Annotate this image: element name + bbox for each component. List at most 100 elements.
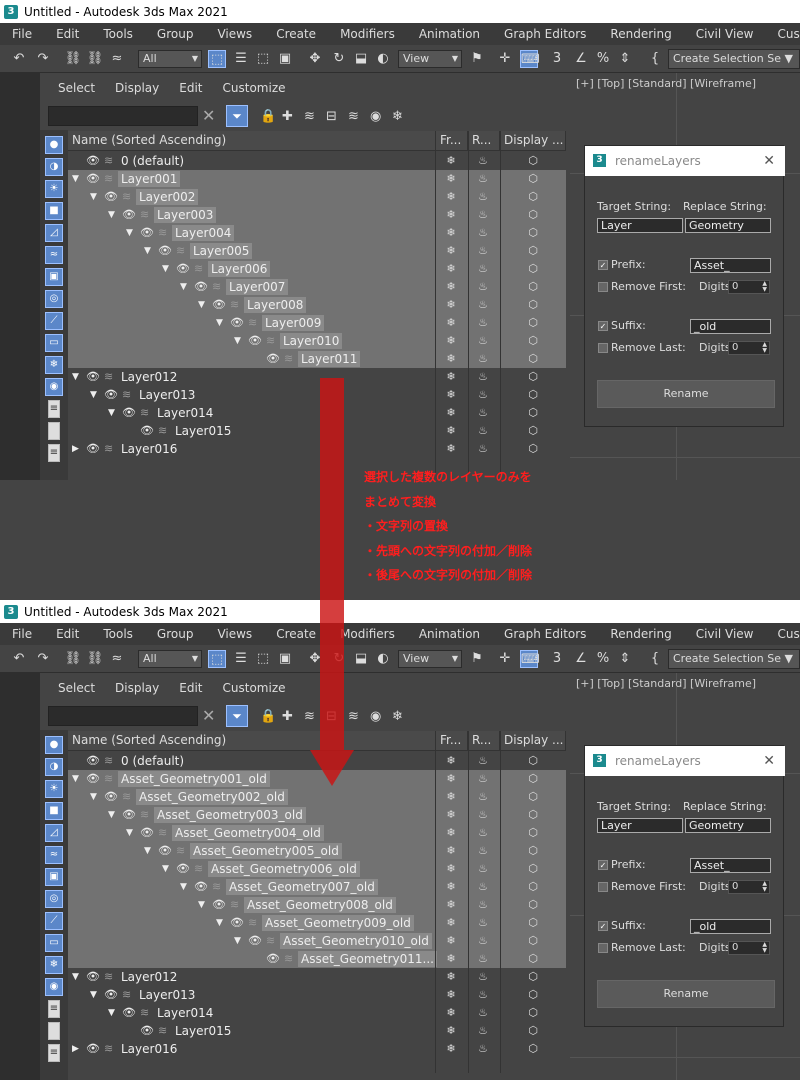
new-layer-icon[interactable]: ✚ bbox=[282, 109, 293, 124]
layer-row[interactable]: ▼ 👁 ≋ Asset_Geometry004_old ❄ ♨ ⬡ bbox=[68, 824, 566, 842]
expand-toggle-icon[interactable]: ▼ bbox=[108, 806, 115, 824]
explorer-menu-select[interactable]: Select bbox=[58, 81, 95, 95]
remove-last-digits-spinner[interactable]: 0 ▲ ▼ bbox=[728, 941, 770, 955]
menu-create[interactable]: Create bbox=[276, 627, 316, 641]
invert-selection-icon[interactable]: ≡ bbox=[48, 444, 60, 462]
display-box-icon[interactable]: ⬡ bbox=[500, 350, 566, 368]
suffix-field[interactable]: _old bbox=[690, 919, 771, 934]
snap-toggle-icon[interactable]: 3 bbox=[548, 650, 566, 668]
xrefs-filter-icon[interactable]: ◎ bbox=[45, 890, 63, 908]
layer-row[interactable]: ▶ 👁 ≋ Layer016 ❄ ♨ ⬡ bbox=[68, 1040, 566, 1058]
menu-tools[interactable]: Tools bbox=[103, 27, 133, 41]
display-box-icon[interactable]: ⬡ bbox=[500, 986, 566, 1004]
display-box-icon[interactable]: ⬡ bbox=[500, 950, 566, 968]
freeze-icon[interactable]: ❄ bbox=[436, 770, 466, 788]
freeze-layer-icon[interactable]: ❄ bbox=[392, 109, 403, 124]
layer-row[interactable]: ▼ 👁 ≋ Layer005 ❄ ♨ ⬡ bbox=[68, 242, 566, 260]
freeze-icon[interactable]: ❄ bbox=[436, 896, 466, 914]
visibility-eye-icon[interactable]: 👁 bbox=[86, 968, 100, 986]
freeze-icon[interactable]: ❄ bbox=[436, 842, 466, 860]
hidden-filter-icon[interactable]: ◉ bbox=[45, 978, 63, 996]
expand-toggle-icon[interactable]: ▼ bbox=[90, 788, 97, 806]
layer-name[interactable]: Asset_Geometry005_old bbox=[190, 843, 342, 859]
freeze-icon[interactable]: ❄ bbox=[436, 914, 466, 932]
cameras-filter-icon[interactable]: ■ bbox=[45, 802, 63, 820]
spinner-snap-icon[interactable]: ⇕ bbox=[616, 50, 634, 68]
freeze-icon[interactable]: ❄ bbox=[436, 950, 466, 968]
layer-row[interactable]: ▼ 👁 ≋ Layer008 ❄ ♨ ⬡ bbox=[68, 296, 566, 314]
layer-name[interactable]: Layer015 bbox=[172, 423, 234, 439]
frozen-filter-icon[interactable]: ❄ bbox=[45, 956, 63, 974]
pivot-icon[interactable]: ⚑ bbox=[468, 50, 486, 68]
layer-name[interactable]: Layer008 bbox=[244, 297, 307, 313]
visibility-eye-icon[interactable]: 👁 bbox=[140, 824, 154, 842]
viewport-label[interactable]: [+] [Top] [Standard] [Wireframe] bbox=[576, 677, 756, 690]
explorer-menu-customize[interactable]: Customize bbox=[223, 681, 286, 695]
render-icon[interactable]: ♨ bbox=[468, 332, 498, 350]
freeze-icon[interactable]: ❄ bbox=[436, 1022, 466, 1040]
target-string-field[interactable]: Layer bbox=[597, 218, 683, 233]
render-icon[interactable]: ♨ bbox=[468, 896, 498, 914]
select-none-icon[interactable] bbox=[48, 422, 60, 440]
lights-filter-icon[interactable]: ☀ bbox=[45, 180, 63, 198]
layer-name[interactable]: Asset_Geometry004_old bbox=[172, 825, 324, 841]
layer-row[interactable]: 👁 ≋ Layer011 ❄ ♨ ⬡ bbox=[68, 350, 566, 368]
freeze-icon[interactable]: ❄ bbox=[436, 1004, 466, 1022]
layer-name[interactable]: Layer012 bbox=[118, 969, 180, 985]
layer-row[interactable]: ▼ 👁 ≋ Layer002 ❄ ♨ ⬡ bbox=[68, 188, 566, 206]
render-icon[interactable]: ♨ bbox=[468, 152, 498, 170]
layer-row[interactable]: ▼ 👁 ≋ Layer012 ❄ ♨ ⬡ bbox=[68, 368, 566, 386]
menu-modifiers[interactable]: Modifiers bbox=[340, 27, 395, 41]
layer-row[interactable]: ▼ 👁 ≋ Layer006 ❄ ♨ ⬡ bbox=[68, 260, 566, 278]
close-icon[interactable]: ✕ bbox=[763, 746, 775, 776]
freeze-icon[interactable]: ❄ bbox=[436, 278, 466, 296]
close-icon[interactable]: ✕ bbox=[763, 146, 775, 176]
menu-graph-editors[interactable]: Graph Editors bbox=[504, 627, 586, 641]
render-icon[interactable]: ♨ bbox=[468, 824, 498, 842]
select-object-icon[interactable]: ⬚ bbox=[208, 650, 226, 668]
layer-name[interactable]: Layer006 bbox=[208, 261, 271, 277]
layer-name[interactable]: Layer016 bbox=[118, 1041, 180, 1057]
named-selection-set-combo[interactable]: Create Selection Se ▼ bbox=[668, 649, 800, 669]
link-icon[interactable]: ⛓ bbox=[64, 650, 82, 668]
freeze-icon[interactable]: ❄ bbox=[436, 152, 466, 170]
menu-views[interactable]: Views bbox=[217, 27, 252, 41]
menu-edit[interactable]: Edit bbox=[56, 27, 79, 41]
move-icon[interactable]: ✥ bbox=[306, 50, 324, 68]
visibility-eye-icon[interactable]: 👁 bbox=[266, 350, 280, 368]
layer-row[interactable]: ▼ 👁 ≋ Asset_Geometry005_old ❄ ♨ ⬡ bbox=[68, 842, 566, 860]
groups-filter-icon[interactable]: ▣ bbox=[45, 868, 63, 886]
expand-toggle-icon[interactable]: ▼ bbox=[180, 878, 187, 896]
menu-customize[interactable]: Customize bbox=[777, 627, 800, 641]
menu-graph-editors[interactable]: Graph Editors bbox=[504, 27, 586, 41]
spacewarps-filter-icon[interactable]: ≈ bbox=[45, 246, 63, 264]
new-layer-icon[interactable]: ✚ bbox=[282, 709, 293, 724]
region-select-icon[interactable]: ⬚ bbox=[254, 650, 272, 668]
add-to-layer-icon[interactable]: ≋ bbox=[304, 109, 315, 124]
explorer-search-input[interactable] bbox=[48, 106, 198, 126]
containers-filter-icon[interactable]: ▭ bbox=[45, 934, 63, 952]
visibility-eye-icon[interactable]: 👁 bbox=[140, 422, 154, 440]
expand-toggle-icon[interactable]: ▶ bbox=[72, 1040, 79, 1058]
visibility-eye-icon[interactable]: 👁 bbox=[86, 170, 100, 188]
display-box-icon[interactable]: ⬡ bbox=[500, 296, 566, 314]
visibility-eye-icon[interactable]: 👁 bbox=[212, 296, 226, 314]
selection-filter-combo[interactable]: All ▼ bbox=[138, 50, 202, 68]
menu-tools[interactable]: Tools bbox=[103, 627, 133, 641]
freeze-icon[interactable]: ❄ bbox=[436, 932, 466, 950]
layer-name[interactable]: Layer013 bbox=[136, 987, 198, 1003]
bones-filter-icon[interactable]: ⟋ bbox=[45, 912, 63, 930]
layer-stack-icon[interactable]: ≋ bbox=[348, 109, 359, 124]
freeze-icon[interactable]: ❄ bbox=[436, 224, 466, 242]
hidden-filter-icon[interactable]: ◉ bbox=[45, 378, 63, 396]
display-box-icon[interactable]: ⬡ bbox=[500, 314, 566, 332]
prefix-field[interactable]: Asset_ bbox=[690, 258, 771, 273]
menu-create[interactable]: Create bbox=[276, 27, 316, 41]
lock-icon[interactable]: 🔒 bbox=[260, 109, 276, 124]
menu-rendering[interactable]: Rendering bbox=[610, 627, 671, 641]
render-icon[interactable]: ♨ bbox=[468, 788, 498, 806]
reference-coordinate-combo[interactable]: View ▼ bbox=[398, 650, 462, 668]
link-icon[interactable]: ⛓ bbox=[64, 50, 82, 68]
render-icon[interactable]: ♨ bbox=[468, 752, 498, 770]
redo-icon[interactable]: ↷ bbox=[34, 50, 52, 68]
